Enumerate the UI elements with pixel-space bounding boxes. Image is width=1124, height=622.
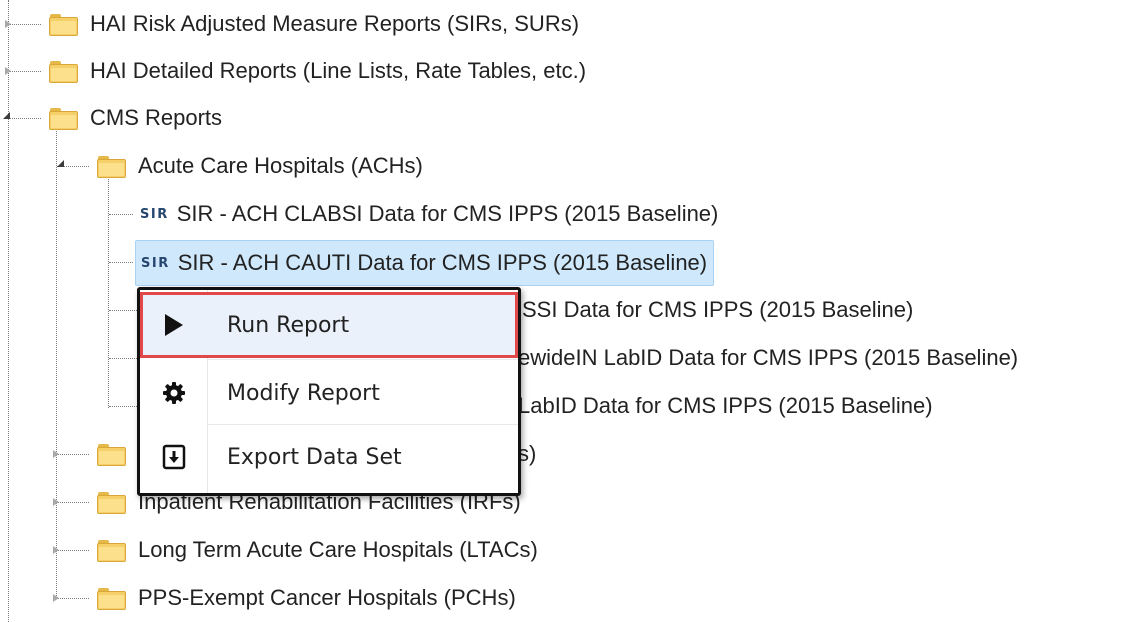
folder-icon: [96, 491, 126, 514]
collapse-toggle[interactable]: [57, 160, 64, 167]
tree-node-cms-hidden[interactable]: [96, 434, 138, 474]
tree-node-achs[interactable]: Acute Care Hospitals (ACHs): [96, 146, 423, 186]
tree-node-label: CMS Reports: [90, 105, 223, 130]
tree-node-hai-detailed[interactable]: HAI Detailed Reports (Line Lists, Rate T…: [48, 51, 586, 91]
tree-connector: [57, 550, 89, 551]
export-icon: [140, 444, 207, 470]
report-ach-labid[interactable]: LabID Data for CMS IPPS (2015 Baseline): [518, 386, 933, 426]
expand-toggle[interactable]: [5, 67, 11, 75]
tree-node-label: Acute Care Hospitals (ACHs): [138, 153, 423, 178]
run-report-menu-item[interactable]: Run Report: [140, 292, 518, 358]
report-sir-ach-clabsi[interactable]: SIR SIR - ACH CLABSI Data for CMS IPPS (…: [140, 194, 718, 234]
tree-node-cms-reports[interactable]: CMS Reports: [48, 98, 222, 138]
tree-connector: [109, 406, 137, 407]
expand-toggle[interactable]: [53, 546, 59, 554]
folder-icon: [96, 587, 126, 610]
report-ach-ssi[interactable]: SSI Data for CMS IPPS (2015 Baseline): [522, 290, 913, 330]
tree-node-pchs[interactable]: PPS-Exempt Cancer Hospitals (PCHs): [96, 578, 516, 618]
tree-line-root: [8, 0, 9, 622]
tree-connector: [109, 214, 133, 215]
tree-line-cms: [56, 128, 57, 598]
folder-icon: [48, 60, 78, 83]
tree-node-label: PPS-Exempt Cancer Hospitals (PCHs): [138, 585, 516, 610]
menu-item-label: Run Report: [227, 312, 350, 338]
menu-item-label: Export Data Set: [227, 444, 402, 470]
tree-connector: [109, 262, 133, 263]
tree-node-hai-risk-adjusted[interactable]: HAI Risk Adjusted Measure Reports (SIRs,…: [48, 4, 579, 44]
report-label: SSI Data for CMS IPPS (2015 Baseline): [522, 297, 914, 322]
gear-icon: [140, 381, 207, 405]
folder-icon: [48, 107, 78, 130]
folder-icon: [96, 155, 126, 178]
tree-connector: [9, 71, 41, 72]
tree-connector: [57, 502, 89, 503]
expand-toggle[interactable]: [53, 594, 59, 602]
report-ach-facwidein-labid[interactable]: ewideIN LabID Data for CMS IPPS (2015 Ba…: [518, 338, 1018, 378]
modify-report-menu-item[interactable]: Modify Report: [140, 360, 518, 426]
sir-badge: SIR: [141, 255, 170, 271]
context-menu: Run Report Modify Report Export Data Set: [137, 287, 521, 496]
export-data-set-menu-item[interactable]: Export Data Set: [140, 424, 518, 490]
tree-node-label: Long Term Acute Care Hospitals (LTACs): [138, 537, 538, 562]
menu-item-label: Modify Report: [227, 380, 380, 406]
expand-toggle[interactable]: [53, 498, 59, 506]
tree-connector: [57, 454, 89, 455]
tree-connector: [9, 118, 41, 119]
sir-badge: SIR: [140, 206, 169, 222]
tree-node-label: HAI Risk Adjusted Measure Reports (SIRs,…: [90, 11, 580, 36]
collapse-toggle[interactable]: [3, 112, 10, 119]
report-label: ewideIN LabID Data for CMS IPPS (2015 Ba…: [518, 345, 1019, 370]
report-sir-ach-cauti[interactable]: SIR SIR - ACH CAUTI Data for CMS IPPS (2…: [135, 240, 715, 286]
expand-toggle[interactable]: [53, 450, 59, 458]
folder-icon: [96, 539, 126, 562]
report-label: SIR - ACH CLABSI Data for CMS IPPS (2015…: [176, 201, 719, 226]
play-icon: [140, 313, 207, 337]
folder-icon: [48, 13, 78, 36]
report-tree: HAI Risk Adjusted Measure Reports (SIRs,…: [0, 0, 1124, 622]
tree-connector: [109, 358, 137, 359]
folder-icon: [96, 443, 126, 466]
tree-connector: [109, 310, 137, 311]
expand-toggle[interactable]: [5, 20, 11, 28]
tree-node-ltacs[interactable]: Long Term Acute Care Hospitals (LTACs): [96, 530, 538, 570]
tree-node-label: HAI Detailed Reports (Line Lists, Rate T…: [90, 58, 587, 83]
report-label: SIR - ACH CAUTI Data for CMS IPPS (2015 …: [177, 250, 708, 275]
tree-connector: [9, 24, 41, 25]
tree-line-ach: [108, 172, 109, 408]
report-label: LabID Data for CMS IPPS (2015 Baseline): [518, 393, 933, 418]
tree-connector: [57, 598, 89, 599]
